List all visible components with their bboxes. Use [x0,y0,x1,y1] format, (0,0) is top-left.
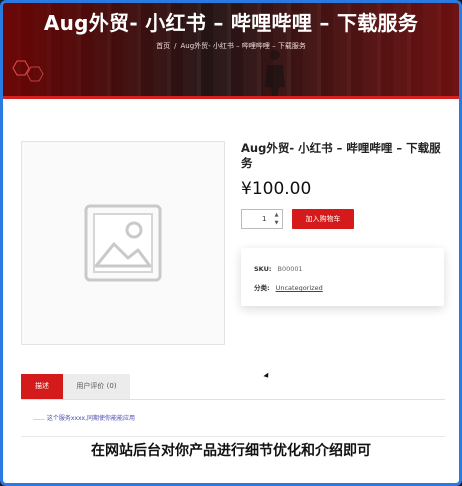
category-link[interactable]: Uncategorized [276,284,323,292]
mouse-cursor-icon [263,372,271,380]
category-row: 分类: Uncategorized [254,282,323,292]
sku-label: SKU: [254,265,272,273]
add-to-cart-button[interactable]: 加入购物车 [292,209,354,229]
increment-icon[interactable]: ▲ [273,211,280,219]
description-text: …… 这个服务xxxx,同期使你能能应用 [33,415,136,422]
breadcrumb-home-link[interactable]: 首页 [156,42,170,50]
browser-frame: Aug外贸- 小红书 – 哔哩哔哩 – 下载服务 首页 / Aug外贸- 小红书 –… [0,0,462,486]
description-divider [21,436,445,437]
hexagon-decoration-icon [12,60,44,82]
video-subtitle: 在网站后台对你产品进行细节优化和介绍即可 [91,443,371,459]
breadcrumb-current: Aug外贸- 小红书 – 哔哩哔哩 – 下载服务 [180,42,306,50]
breadcrumb: 首页 / Aug外贸- 小红书 – 哔哩哔哩 – 下载服务 [3,41,459,51]
product-price: ¥100.00 [241,179,312,199]
page-title: Aug外贸- 小红书 – 哔哩哔哩 – 下载服务 [43,11,419,35]
quantity-value[interactable]: 1 [262,215,266,223]
breadcrumb-separator: / [174,42,177,50]
category-label: 分类: [254,284,270,292]
product-image[interactable] [21,141,225,345]
sku-value: B00001 [277,265,303,273]
person-silhouette-icon [265,50,285,99]
tabs-divider [21,399,445,400]
product-meta-card: SKU: B00001 分类: Uncategorized [241,248,444,306]
sku-row: SKU: B00001 [254,265,303,273]
decrement-icon[interactable]: ▼ [273,219,280,227]
image-placeholder-icon [84,204,162,282]
tab-description[interactable]: 描述 [21,374,63,399]
product-title: Aug外贸- 小红书 – 哔哩哔哩 – 下载服务 [241,141,441,170]
tab-reviews[interactable]: 用户评价 (0) [63,374,130,399]
hero-banner: Aug外贸- 小红书 – 哔哩哔哩 – 下载服务 首页 / Aug外贸- 小红书 –… [3,3,459,99]
quantity-stepper[interactable]: 1 ▲ ▼ [241,209,283,229]
